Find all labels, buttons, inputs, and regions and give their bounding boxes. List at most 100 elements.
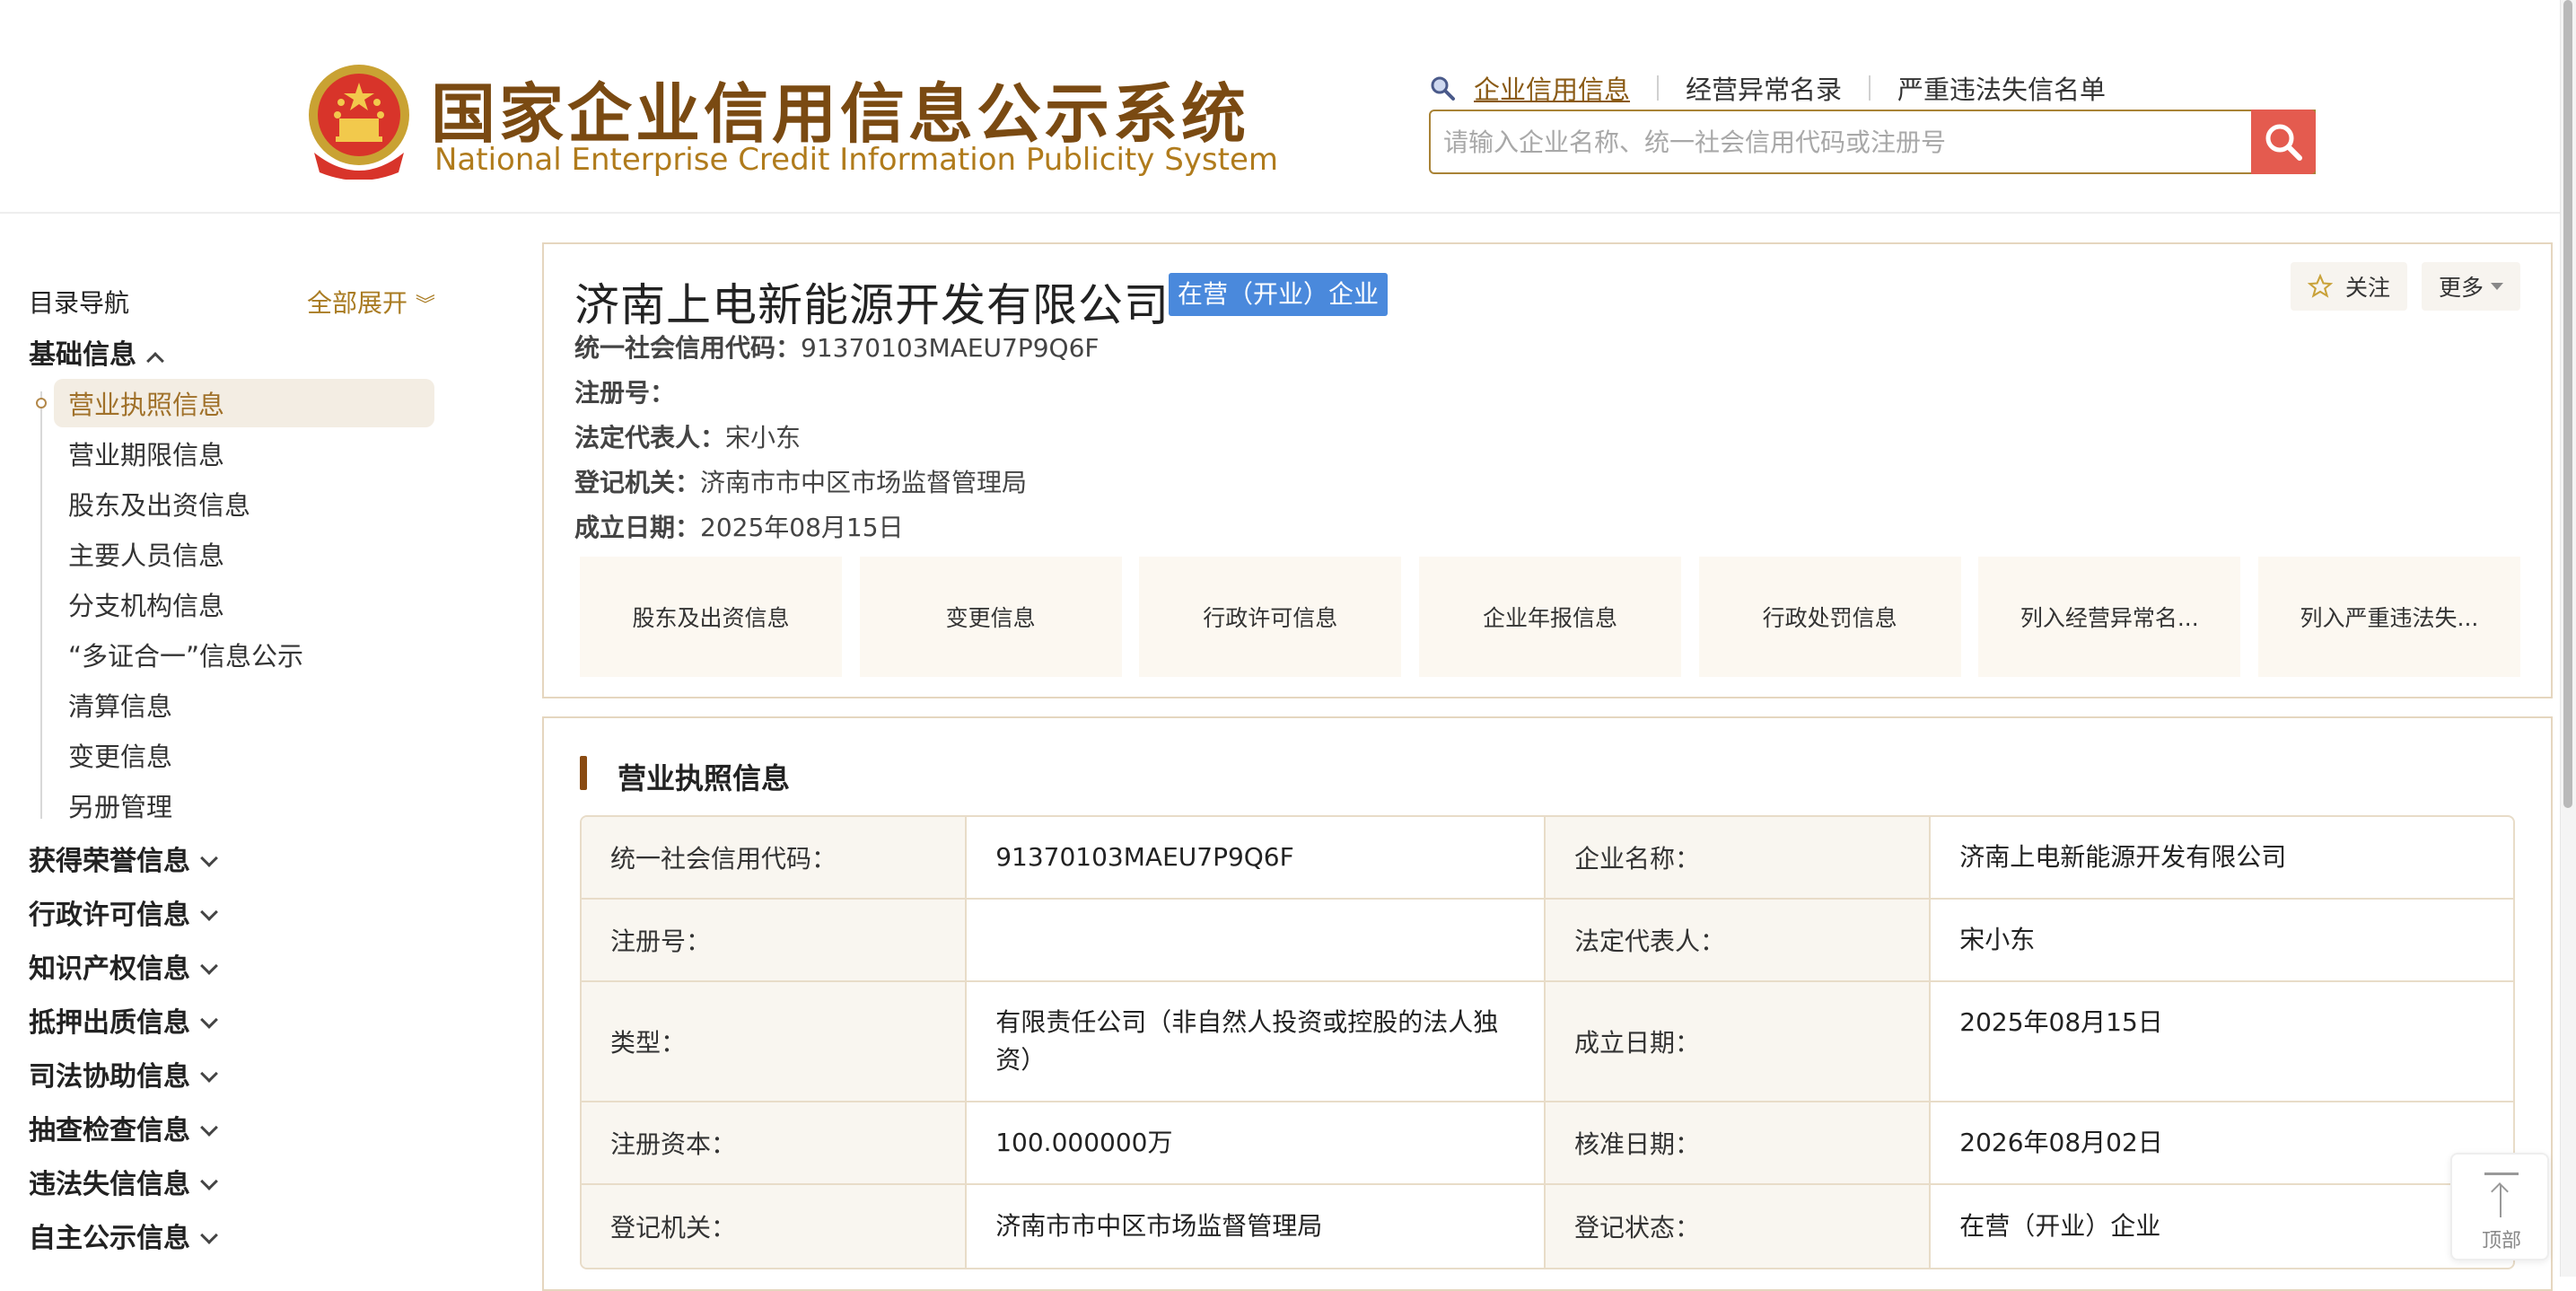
field-value: 济南上电新能源开发有限公司 <box>1959 842 2287 872</box>
quick-link-admin-license[interactable]: 行政许可信息 <box>1139 557 1402 677</box>
field-label: 登记状态： <box>1546 1185 1932 1268</box>
star-icon <box>2307 274 2333 298</box>
table-row: 统一社会信用代码： 91370103MAEU7P9Q6F 企业名称： 济南上电新… <box>582 817 2513 900</box>
field-label: 登记机关： <box>582 1185 968 1268</box>
field-value: 宋小东 <box>1959 925 2036 954</box>
field-value <box>967 900 1546 980</box>
info-label: 成立日期： <box>574 513 701 542</box>
table-row: 类型： 有限责任公司（非自然人投资或控股的法人独资） 成立日期： 2025年08… <box>582 982 2513 1102</box>
info-credit-code: 统一社会信用代码：91370103MAEU7P9Q6F <box>574 329 1100 364</box>
company-name: 济南上电新能源开发有限公司 <box>574 279 1170 331</box>
nav-divider <box>1869 75 1871 101</box>
info-legal-rep: 法定代表人：宋小东 <box>574 418 801 454</box>
back-to-top-button[interactable]: 顶部 <box>2450 1153 2549 1260</box>
nav-link-blacklist[interactable]: 严重违法失信名单 <box>1897 69 2106 107</box>
search-button[interactable] <box>2251 110 2316 174</box>
section-label: 行政许可信息 <box>29 900 190 931</box>
field-label: 企业名称： <box>1546 817 1932 898</box>
arrow-up-icon <box>2500 1185 2502 1217</box>
info-label: 统一社会信用代码： <box>574 333 802 363</box>
sidebar-item-term[interactable]: 营业期限信息 <box>68 435 224 472</box>
table-row: 注册资本： 100.000000万 核准日期： 2026年08月02日 <box>582 1102 2513 1185</box>
double-chevron-down-icon: ︾ <box>415 294 435 317</box>
table-row: 登记机关： 济南市市中区市场监督管理局 登记状态： 在营（开业）企业 <box>582 1185 2513 1268</box>
nav-divider <box>1657 75 1660 101</box>
site-title-en: National Enterprise Credit Information P… <box>434 142 1278 178</box>
info-reg-no: 注册号： <box>574 373 675 409</box>
directory-title: 目录导航 <box>29 288 130 318</box>
top-nav: 企业信用信息 经营异常名录 严重违法失信名单 <box>1429 70 2106 106</box>
follow-label: 关注 <box>2344 275 2390 301</box>
section-inspection[interactable]: 抽查检查信息 <box>29 1108 218 1147</box>
sidebar-item-shareholders[interactable]: 股东及出资信息 <box>68 485 250 523</box>
section-label: 知识产权信息 <box>29 953 190 985</box>
section-ip[interactable]: 知识产权信息 <box>29 946 218 986</box>
field-value: 100.000000万 <box>967 1102 1546 1183</box>
tree-line <box>40 391 42 819</box>
info-value: 宋小东 <box>725 423 802 452</box>
chevron-down-icon <box>200 1172 218 1190</box>
section-violations[interactable]: 违法失信信息 <box>29 1162 218 1201</box>
site-header: 国家企业信用信息公示系统 National Enterprise Credit … <box>0 0 2560 214</box>
section-label: 抽查检查信息 <box>29 1115 190 1146</box>
follow-button[interactable]: 关注 <box>2291 262 2407 311</box>
table-row: 注册号： 法定代表人： 宋小东 <box>582 900 2513 982</box>
info-label: 法定代表人： <box>574 423 726 452</box>
section-honors[interactable]: 获得荣誉信息 <box>29 839 218 878</box>
sidebar-item-license[interactable]: 营业执照信息 <box>68 384 224 422</box>
license-info-card: 营业执照信息 统一社会信用代码： 91370103MAEU7P9Q6F 企业名称… <box>542 716 2553 1291</box>
quick-link-annual-report[interactable]: 企业年报信息 <box>1418 557 1681 677</box>
quick-link-changes[interactable]: 变更信息 <box>859 557 1122 677</box>
active-item-dot <box>36 398 47 408</box>
section-label: 抵押出质信息 <box>29 1007 190 1039</box>
quick-link-admin-penalty[interactable]: 行政处罚信息 <box>1698 557 1961 677</box>
field-label: 注册号： <box>582 900 968 980</box>
info-founded: 成立日期：2025年08月15日 <box>574 508 904 544</box>
sidebar-item-separate-register[interactable]: 另册管理 <box>68 786 172 824</box>
more-button[interactable]: 更多 <box>2422 262 2520 311</box>
field-value: 在营（开业）企业 <box>1959 1211 2161 1241</box>
field-value: 2025年08月15日 <box>1959 1007 2163 1037</box>
section-label: 基础信息 <box>29 339 136 371</box>
field-label: 核准日期： <box>1546 1102 1932 1183</box>
sidebar-item-personnel[interactable]: 主要人员信息 <box>68 535 224 573</box>
quick-link-abnormal-list[interactable]: 列入经营异常名... <box>1978 557 2241 677</box>
sidebar-item-liquidation[interactable]: 清算信息 <box>68 686 172 724</box>
field-label: 法定代表人： <box>1546 900 1932 980</box>
quick-links: 股东及出资信息 变更信息 行政许可信息 企业年报信息 行政处罚信息 列入经营异常… <box>580 557 2520 677</box>
quick-link-serious-violation[interactable]: 列入严重违法失... <box>2257 557 2520 677</box>
directory-sidebar: 目录导航 全部展开 ︾ 基础信息 营业执照信息 营业期限信息 股东及出资信息 主… <box>0 215 503 1277</box>
info-value: 91370103MAEU7P9Q6F <box>801 333 1100 363</box>
nav-link-credit-info[interactable]: 企业信用信息 <box>1474 69 1630 107</box>
info-authority: 登记机关：济南市市中区市场监督管理局 <box>574 463 1027 499</box>
section-pledge[interactable]: 抵押出质信息 <box>29 1000 218 1040</box>
sidebar-item-changes[interactable]: 变更信息 <box>68 736 172 774</box>
nav-link-abnormal-list[interactable]: 经营异常名录 <box>1686 69 1842 107</box>
national-emblem-logo <box>309 65 409 180</box>
field-value: 济南市市中区市场监督管理局 <box>967 1185 1546 1268</box>
section-judicial[interactable]: 司法协助信息 <box>29 1054 218 1093</box>
field-value: 有限责任公司（非自然人投资或控股的法人独资） <box>967 982 1546 1101</box>
search-input[interactable] <box>1443 111 2233 172</box>
field-value: 2026年08月02日 <box>1959 1128 2163 1157</box>
info-value: 济南市市中区市场监督管理局 <box>700 468 1028 497</box>
company-summary-card: 济南上电新能源开发有限公司 在营（开业）企业 关注 更多 统一社会信用代码：91… <box>542 242 2553 698</box>
field-value: 91370103MAEU7P9Q6F <box>967 817 1546 898</box>
expand-all-button[interactable]: 全部展开 ︾ <box>307 284 435 320</box>
section-basic-info[interactable]: 基础信息 <box>29 332 164 372</box>
section-title: 营业执照信息 <box>618 761 791 795</box>
caret-down-icon <box>2491 283 2503 290</box>
section-self-disclosure[interactable]: 自主公示信息 <box>29 1216 218 1255</box>
chevron-up-icon <box>146 352 164 370</box>
info-value: 2025年08月15日 <box>700 513 904 542</box>
chevron-down-icon <box>200 1065 218 1083</box>
status-badge: 在营（开业）企业 <box>1169 273 1389 316</box>
sidebar-item-branches[interactable]: 分支机构信息 <box>68 585 224 623</box>
chevron-down-icon <box>200 1011 218 1029</box>
scrollbar-thumb[interactable] <box>2563 0 2572 808</box>
search-icon <box>2265 124 2302 161</box>
section-admin-license[interactable]: 行政许可信息 <box>29 892 218 932</box>
sidebar-item-multi-cert[interactable]: “多证合一”信息公示 <box>68 636 303 673</box>
quick-link-shareholders[interactable]: 股东及出资信息 <box>580 557 842 677</box>
section-label: 司法协助信息 <box>29 1061 190 1093</box>
